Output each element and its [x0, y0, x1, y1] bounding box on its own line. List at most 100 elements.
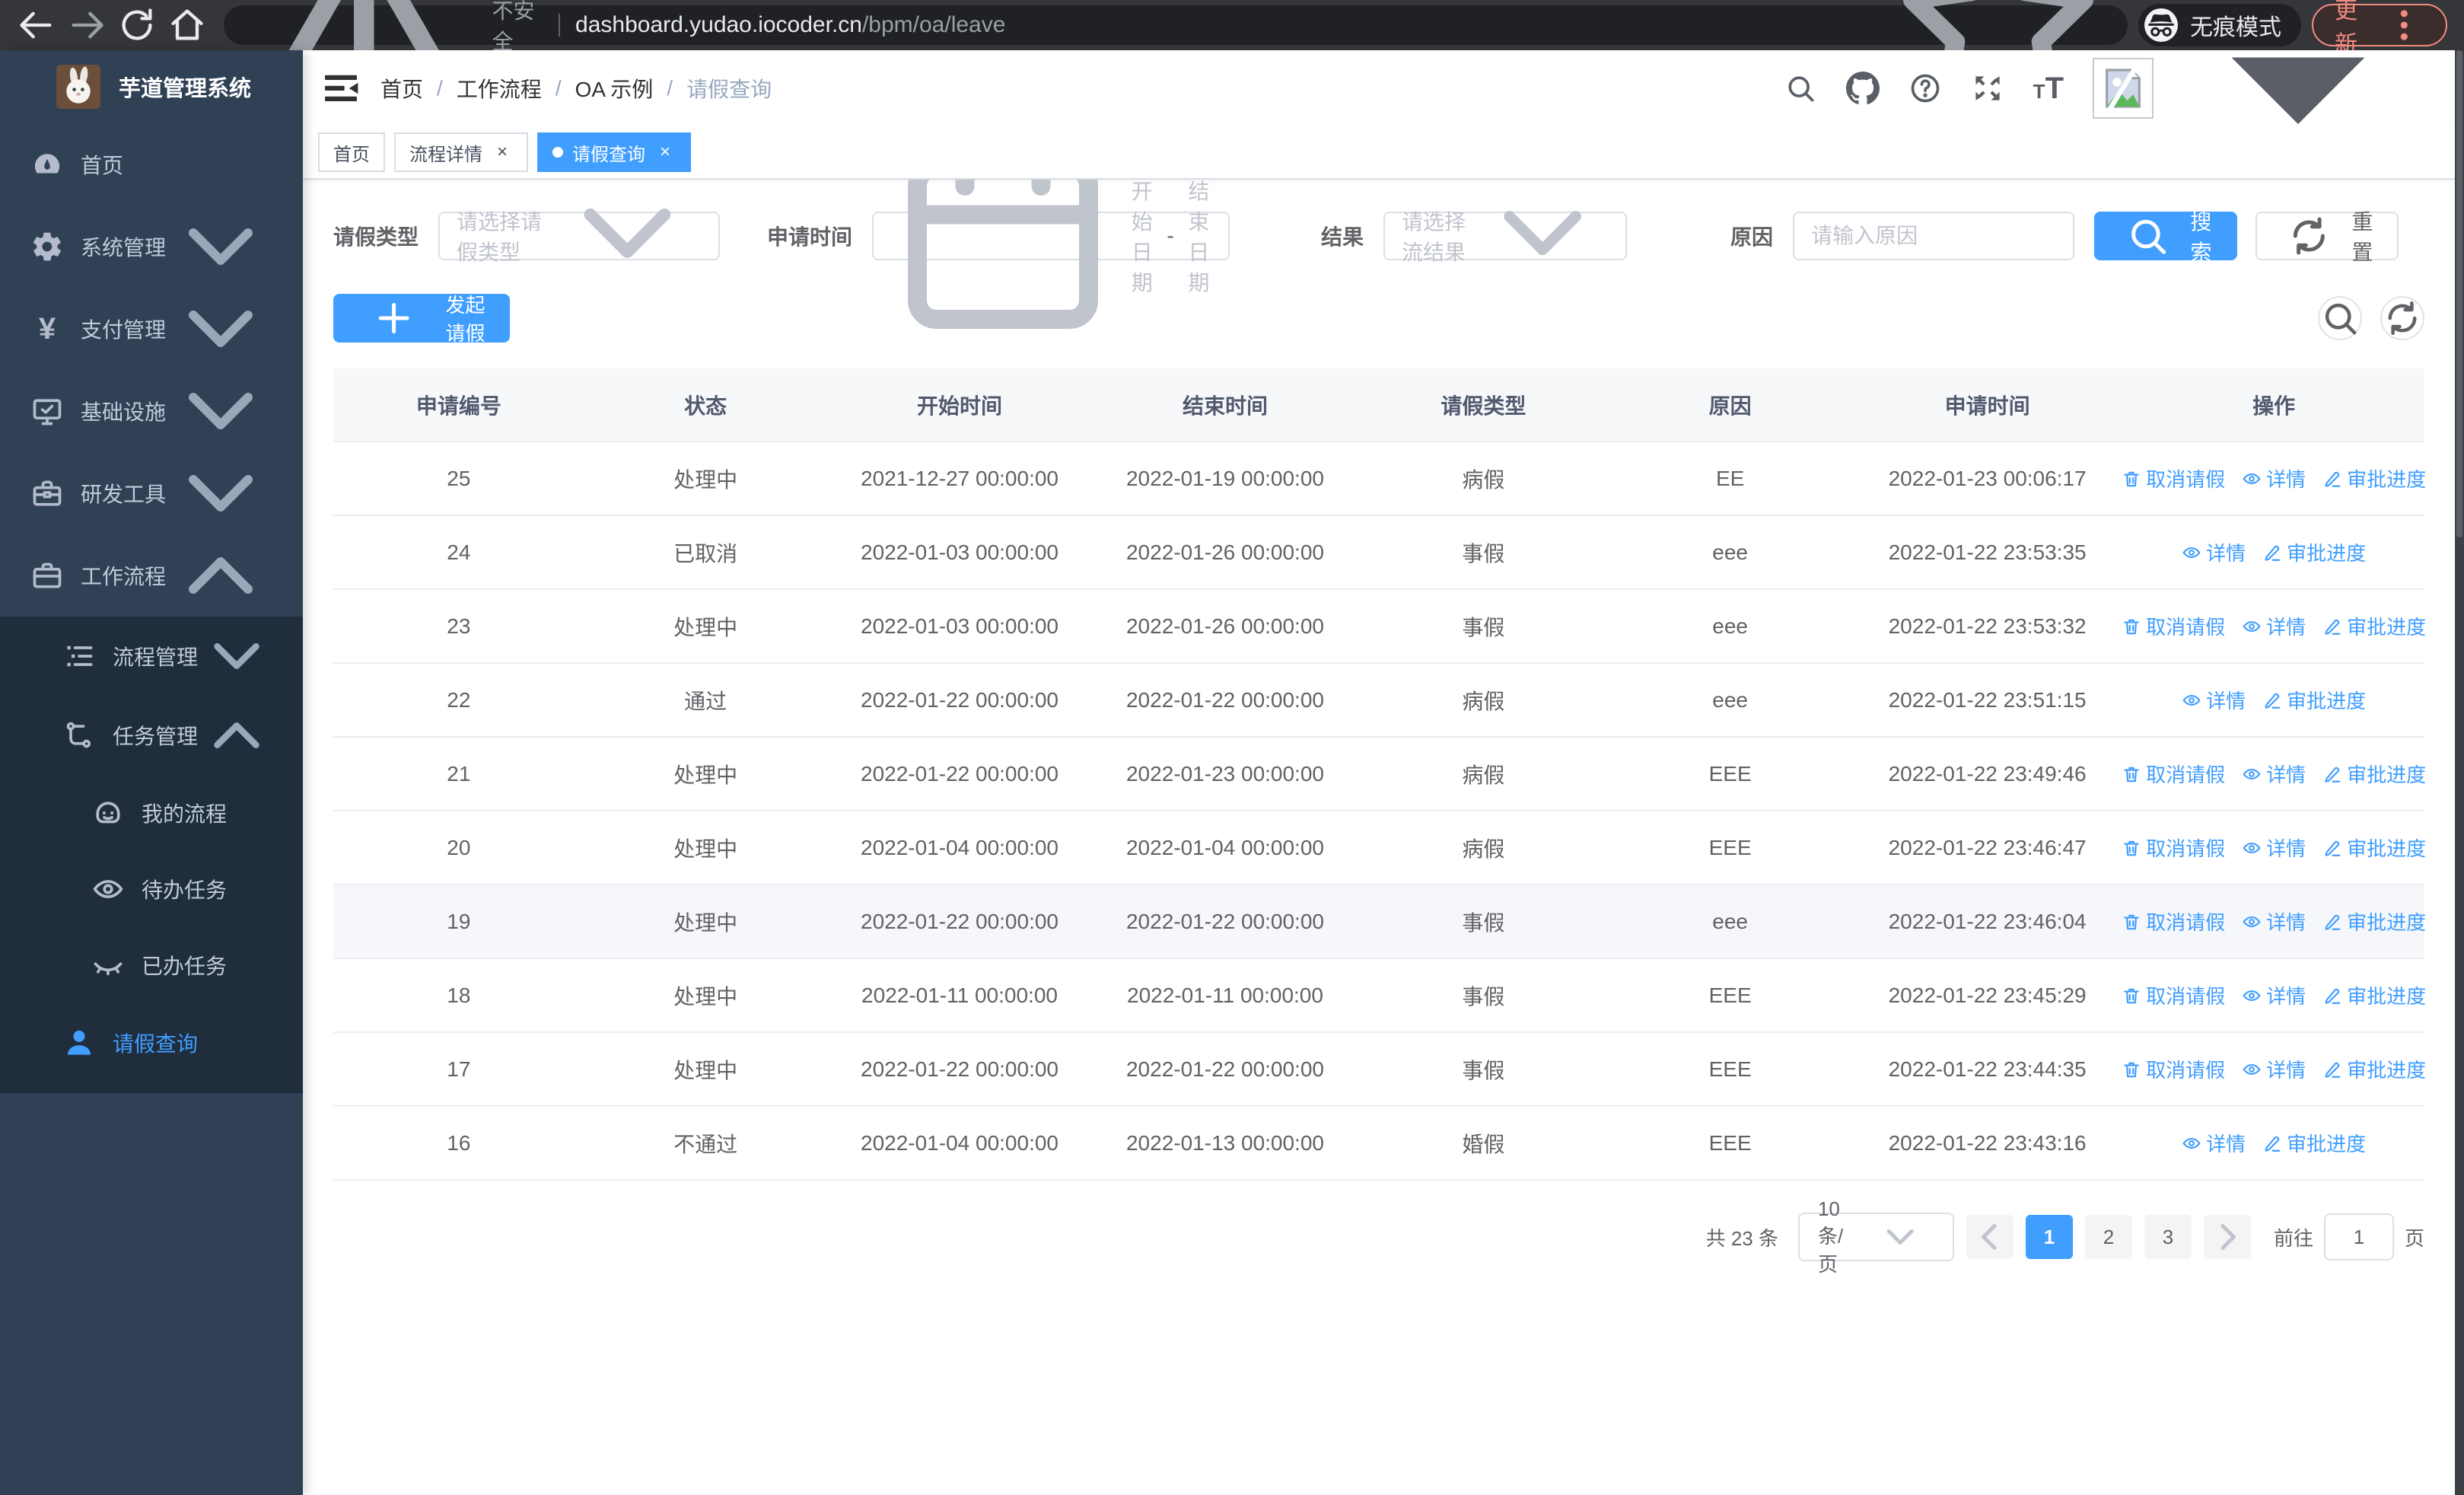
cell-start: 2022-01-22 00:00:00 [826, 1032, 1093, 1107]
font-size-button[interactable]: TT [2033, 72, 2064, 106]
action-link-progress[interactable]: 审批进度 [2322, 907, 2426, 936]
sidebar-item[interactable]: 待办任务 [0, 851, 303, 927]
action-link-progress[interactable]: 审批进度 [2262, 686, 2366, 714]
toggle-search-button[interactable] [2318, 296, 2362, 340]
close-icon[interactable]: × [654, 142, 676, 163]
create-leave-button[interactable]: 发起请假 [333, 294, 511, 345]
action-link-cancel[interactable]: 取消请假 [2122, 1055, 2225, 1083]
sidebar-collapse-button[interactable] [320, 67, 362, 110]
cell-start: 2022-01-22 00:00:00 [826, 885, 1093, 959]
cell-reason: eee [1609, 589, 1851, 664]
cell-status: 处理中 [584, 811, 827, 885]
action-link-progress[interactable]: 审批进度 [2322, 612, 2426, 640]
reason-input-wrap [1793, 212, 2075, 260]
cell-status: 已取消 [584, 515, 827, 590]
page-button-3[interactable]: 3 [2144, 1215, 2192, 1259]
reason-label: 原因 [1730, 225, 1774, 249]
close-icon[interactable]: × [492, 142, 513, 163]
action-link-progress[interactable]: 审批进度 [2262, 1129, 2366, 1157]
goto-page-input[interactable] [2323, 1213, 2394, 1261]
action-link-cancel[interactable]: 取消请假 [2122, 464, 2225, 492]
leave-type-select[interactable]: 请选择请假类型 [438, 209, 721, 264]
tab-item[interactable]: 首页 [318, 132, 385, 172]
breadcrumb-item[interactable]: OA 示例 [575, 73, 654, 104]
cell-type: 事假 [1358, 958, 1609, 1033]
cell-applied: 2022-01-22 23:46:47 [1851, 811, 2124, 885]
action-link-detail[interactable]: 详情 [2242, 760, 2306, 788]
active-tab-dot [552, 147, 563, 158]
sidebar-item[interactable]: 已办任务 [0, 927, 303, 1003]
breadcrumb-item[interactable]: 工作流程 [457, 73, 542, 104]
action-link-progress[interactable]: 审批进度 [2322, 1055, 2426, 1083]
page-button-1[interactable]: 1 [2025, 1215, 2073, 1259]
action-label: 详情 [2266, 763, 2306, 786]
start-date-placeholder[interactable]: 开始日期 [1128, 180, 1156, 297]
action-link-progress[interactable]: 审批进度 [2262, 538, 2366, 566]
cell-actions: 取消请假 详情 审批进度 [2122, 811, 2426, 885]
reason-input[interactable] [1811, 224, 2057, 248]
help-button[interactable] [1908, 72, 1942, 105]
action-link-detail[interactable]: 详情 [2182, 1129, 2246, 1157]
action-link-progress[interactable]: 审批进度 [2322, 981, 2426, 1009]
browser-scrollbar[interactable] [2455, 50, 2464, 1495]
sidebar-item[interactable]: 任务管理 [0, 696, 303, 775]
action-link-detail[interactable]: 详情 [2242, 834, 2306, 862]
sidebar-item[interactable]: 请假查询 [0, 1003, 303, 1082]
pen-icon [2322, 469, 2342, 489]
tab-active[interactable]: 请假查询 × [537, 132, 691, 172]
table-row: 21 处理中 2022-01-22 00:00:00 2022-01-23 00:00… [333, 737, 2426, 811]
action-link-cancel[interactable]: 取消请假 [2122, 612, 2225, 640]
refresh-table-button[interactable] [2380, 296, 2424, 340]
robot-icon [91, 796, 125, 830]
action-label: 审批进度 [2347, 911, 2427, 934]
action-link-detail[interactable]: 详情 [2242, 612, 2306, 640]
action-link-detail[interactable]: 详情 [2242, 907, 2306, 936]
sidebar-item[interactable]: 我的流程 [0, 775, 303, 851]
breadcrumb-item[interactable]: 首页 [380, 73, 423, 104]
scrollbar-thumb[interactable] [2456, 50, 2462, 537]
cell-id: 20 [333, 811, 584, 885]
apply-time-range-picker[interactable]: 开始日期 - 结束日期 [872, 180, 1230, 329]
sidebar-item[interactable]: 工作流程 [0, 534, 303, 617]
action-link-progress[interactable]: 审批进度 [2322, 760, 2426, 788]
page-button-2[interactable]: 2 [2084, 1215, 2132, 1259]
action-label: 审批进度 [2287, 690, 2367, 712]
browser-reload-button[interactable] [117, 5, 157, 45]
action-link-detail[interactable]: 详情 [2242, 1055, 2306, 1083]
sidebar-item[interactable]: 流程管理 [0, 617, 303, 696]
page-size-select[interactable]: 10条/页 [1797, 1197, 1954, 1276]
action-link-detail[interactable]: 详情 [2242, 464, 2306, 492]
header-search-button[interactable] [1784, 72, 1817, 105]
next-page-button[interactable] [2203, 1215, 2251, 1259]
github-link[interactable] [1845, 72, 1880, 105]
cell-applied: 2022-01-22 23:45:29 [1851, 958, 2124, 1033]
cell-type: 病假 [1358, 441, 1609, 516]
reset-button[interactable]: 重置 [2255, 210, 2399, 264]
search-button[interactable]: 搜索 [2094, 210, 2238, 264]
end-date-placeholder[interactable]: 结束日期 [1185, 180, 1213, 297]
cell-reason: eee [1609, 885, 1851, 959]
action-link-detail[interactable]: 详情 [2182, 686, 2246, 714]
page-buttons: 123 [2025, 1215, 2192, 1259]
action-link-detail[interactable]: 详情 [2242, 981, 2306, 1009]
action-link-cancel[interactable]: 取消请假 [2122, 907, 2225, 936]
action-link-cancel[interactable]: 取消请假 [2122, 760, 2225, 788]
row-actions: 详情 审批进度 [2123, 686, 2424, 714]
browser-home-button[interactable] [167, 5, 207, 45]
action-link-cancel[interactable]: 取消请假 [2122, 834, 2225, 862]
app-logo[interactable]: 芋道管理系统 [0, 50, 303, 123]
browser-forward-button[interactable] [67, 5, 107, 45]
action-link-progress[interactable]: 审批进度 [2322, 834, 2426, 862]
user-avatar[interactable] [2093, 58, 2154, 119]
result-select[interactable]: 请选择流结果 [1383, 210, 1628, 264]
action-link-cancel[interactable]: 取消请假 [2122, 981, 2225, 1009]
url-divider [559, 14, 561, 37]
browser-back-button[interactable] [17, 5, 56, 45]
chevron-down-icon [198, 617, 275, 695]
prev-page-button[interactable] [1966, 1215, 2014, 1259]
fullscreen-button[interactable] [1971, 72, 2004, 105]
trash-icon [2122, 617, 2141, 636]
action-link-progress[interactable]: 审批进度 [2322, 464, 2426, 492]
action-link-detail[interactable]: 详情 [2182, 538, 2246, 566]
tab-item[interactable]: 流程详情 × [394, 132, 528, 172]
